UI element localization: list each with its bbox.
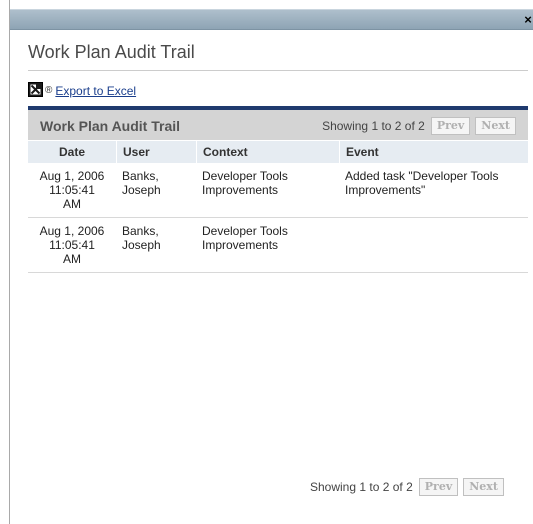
context-text-line2: Improvements	[202, 238, 279, 252]
column-header-context[interactable]: Context	[196, 141, 339, 163]
excel-icon[interactable]	[28, 81, 43, 97]
user-first-name: Joseph	[122, 183, 161, 197]
audit-trail-dialog: × Work Plan Audit Trail ® Export to Exce…	[0, 0, 533, 524]
context-text-line2: Improvements	[202, 183, 279, 197]
context-text-line1: Developer Tools	[202, 224, 288, 238]
export-to-excel-link[interactable]: Export to Excel	[55, 84, 136, 98]
date-text: Aug 1, 2006	[39, 224, 105, 238]
user-cell: Banks, Joseph	[116, 224, 196, 266]
context-cell: Developer Tools Improvements	[196, 224, 339, 266]
context-cell: Developer Tools Improvements	[196, 169, 339, 211]
user-last-name: Banks,	[122, 169, 159, 183]
event-text-line2: Improvements"	[345, 183, 426, 197]
registered-mark: ®	[45, 85, 53, 96]
event-cell	[339, 224, 528, 266]
dialog-left-border	[9, 0, 10, 524]
time-text: 11:05:41	[49, 183, 95, 197]
date-text: Aug 1, 2006	[39, 169, 105, 183]
audit-trail-table: Work Plan Audit Trail Showing 1 to 2 of …	[28, 106, 528, 273]
column-header-date[interactable]: Date	[28, 141, 116, 163]
prev-button[interactable]: Prev	[430, 117, 471, 135]
prev-button[interactable]: Prev	[418, 478, 459, 496]
export-row: ® Export to Excel	[28, 80, 136, 98]
column-header-event[interactable]: Event	[339, 141, 528, 163]
event-text-line1: Added task "Developer Tools	[345, 169, 499, 183]
title-divider	[28, 70, 528, 71]
ampm-text: AM	[63, 197, 81, 211]
showing-count: Showing 1 to 2 of 2	[322, 119, 425, 133]
panel-title: Work Plan Audit Trail	[40, 118, 181, 134]
table-row: Aug 1, 2006 11:05:41 AM Banks, Joseph De…	[28, 218, 528, 273]
event-cell: Added task "Developer Tools Improvements…	[339, 169, 528, 211]
date-cell: Aug 1, 2006 11:05:41 AM	[28, 169, 116, 211]
time-text: 11:05:41	[49, 238, 95, 252]
dialog-title-bar[interactable]: ×	[10, 9, 533, 30]
showing-count: Showing 1 to 2 of 2	[310, 480, 413, 494]
table-panel-header: Work Plan Audit Trail Showing 1 to 2 of …	[28, 110, 528, 140]
user-first-name: Joseph	[122, 238, 161, 252]
page-title: Work Plan Audit Trail	[28, 42, 195, 62]
date-cell: Aug 1, 2006 11:05:41 AM	[28, 224, 116, 266]
top-pager: Showing 1 to 2 of 2 Prev Next	[322, 117, 516, 135]
bottom-pager: Showing 1 to 2 of 2 Prev Next	[310, 478, 504, 496]
context-text-line1: Developer Tools	[202, 169, 288, 183]
user-last-name: Banks,	[122, 224, 159, 238]
close-icon[interactable]: ×	[523, 11, 533, 28]
ampm-text: AM	[63, 252, 81, 266]
table-row: Aug 1, 2006 11:05:41 AM Banks, Joseph De…	[28, 163, 528, 218]
user-cell: Banks, Joseph	[116, 169, 196, 211]
next-button[interactable]: Next	[463, 478, 504, 496]
column-header-user[interactable]: User	[116, 141, 196, 163]
next-button[interactable]: Next	[475, 117, 516, 135]
column-header-row: Date User Context Event	[28, 140, 528, 163]
